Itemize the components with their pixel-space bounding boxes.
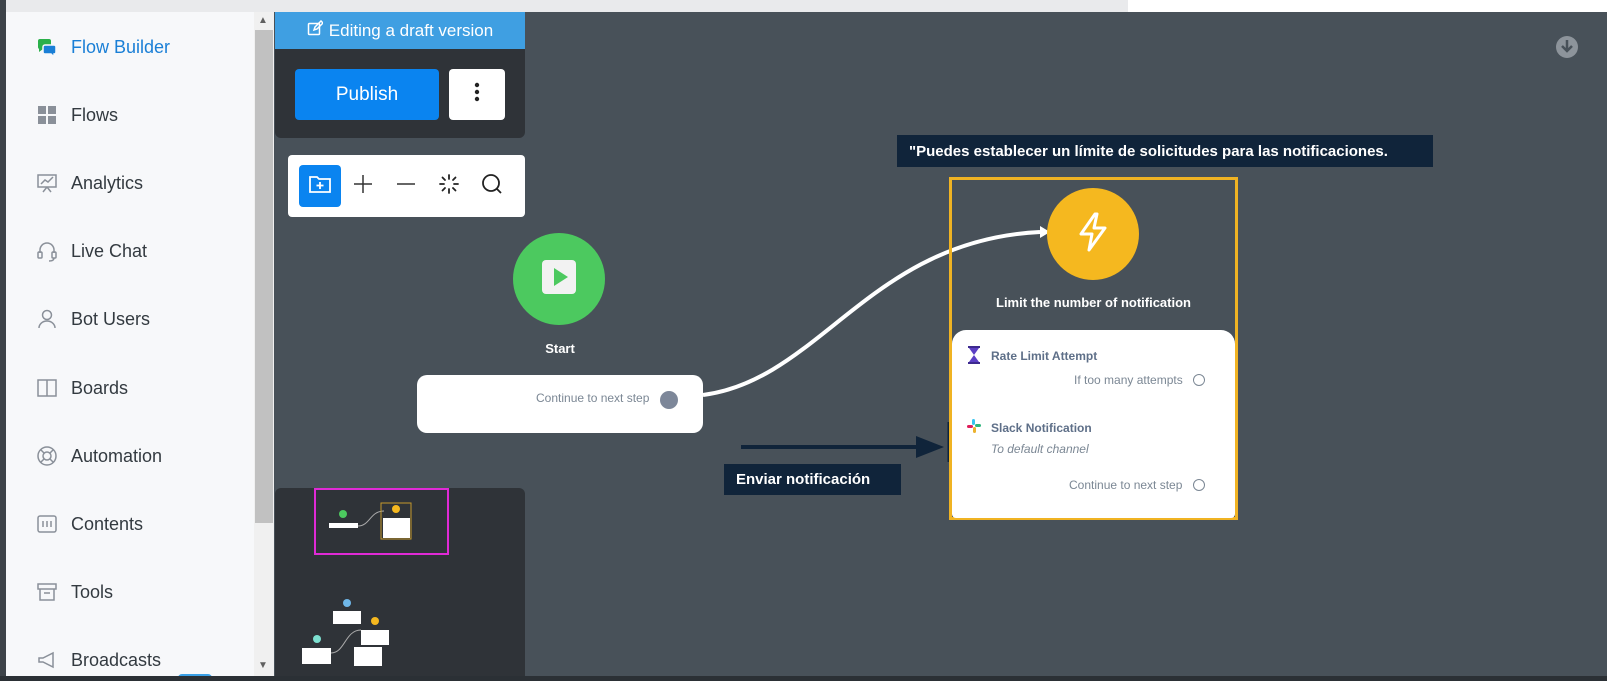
download-arrow-icon [1555, 36, 1579, 63]
slack-output-label: Continue to next step [1069, 478, 1183, 492]
annotation-tooltip-bottom: Enviar notificación [724, 464, 901, 495]
app-window: Flow Builder Flows Analytics Live Chat B… [0, 0, 1607, 681]
rate-limit-title: Rate Limit Attempt [991, 349, 1098, 363]
annotation-arrowhead [916, 436, 944, 458]
limit-node[interactable] [1047, 188, 1139, 280]
start-output-port[interactable] [660, 391, 678, 409]
rate-limit-output-label: If too many attempts [1074, 373, 1183, 387]
lightning-icon [1075, 212, 1111, 257]
annotation-tooltip-top: "Puedes establecer un límite de solicitu… [897, 135, 1433, 167]
slack-channel-label: To default channel [991, 442, 1089, 456]
start-node-label: Start [545, 341, 575, 356]
rate-limit-output-port[interactable] [1193, 374, 1205, 386]
start-node[interactable] [513, 233, 605, 325]
canvas-connectors [702, 226, 1050, 462]
bottom-edge [0, 676, 1607, 681]
slack-icon [966, 418, 982, 439]
start-output-label: Continue to next step [536, 391, 650, 405]
limit-node-label: Limit the number of notification [996, 295, 1191, 310]
download-button[interactable] [1555, 35, 1579, 59]
play-icon [541, 259, 577, 300]
slack-notification-title: Slack Notification [991, 421, 1092, 435]
slack-output-port[interactable] [1193, 479, 1205, 491]
hourglass-icon [967, 346, 981, 369]
